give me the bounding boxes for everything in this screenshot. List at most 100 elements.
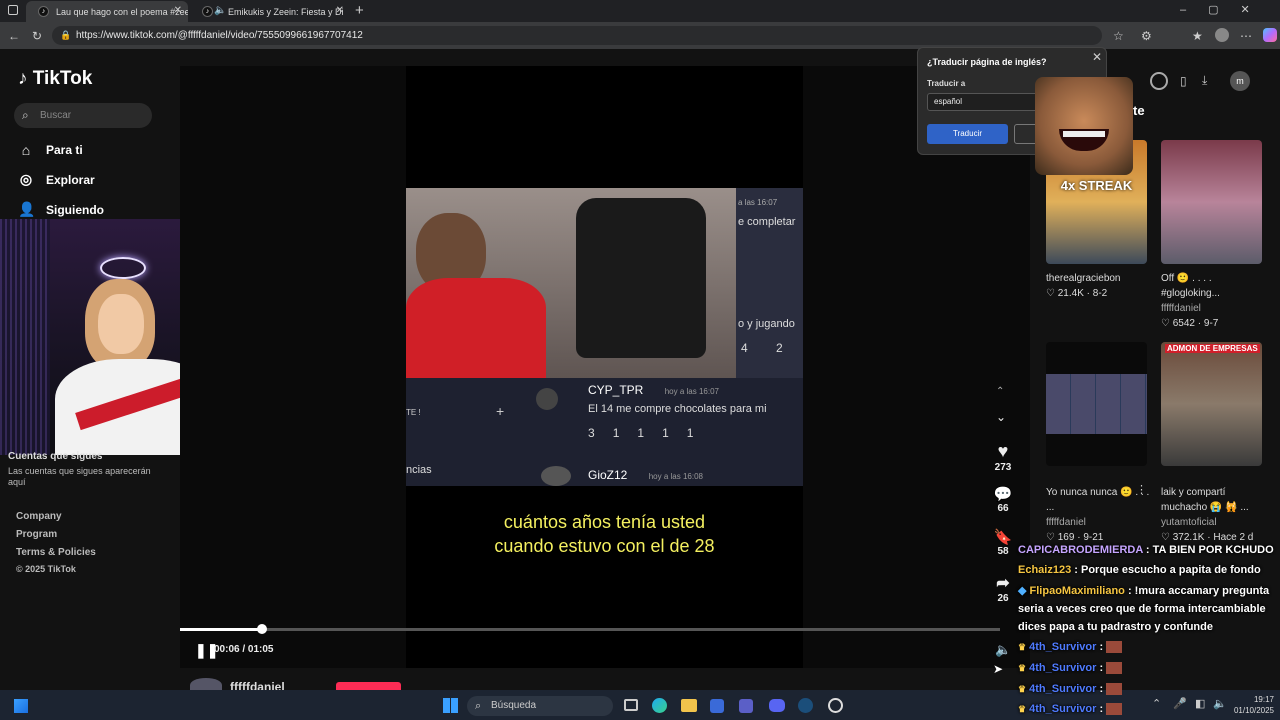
teams-icon[interactable]	[739, 699, 753, 713]
file-explorer-icon[interactable]	[681, 699, 697, 712]
video-author[interactable]: fffffdaniel	[1046, 515, 1156, 530]
favorite-icon[interactable]: ☆	[1113, 29, 1124, 43]
profile-avatar[interactable]	[1215, 28, 1229, 42]
network-icon[interactable]: ◧	[1195, 697, 1205, 710]
system-tray-icon[interactable]: ⌃	[1152, 697, 1161, 710]
chat-username: Echaiz123	[1018, 564, 1072, 576]
comment-button[interactable]: 💬 66	[988, 485, 1018, 514]
video-thumbnail[interactable]	[1046, 342, 1147, 466]
language-select[interactable]: español	[927, 93, 1047, 111]
video-author[interactable]: fffffdaniel	[1161, 301, 1271, 316]
badge-count: 1	[612, 426, 620, 440]
microphone-icon[interactable]: 🎤	[1173, 697, 1187, 710]
copilot-icon[interactable]	[1263, 28, 1277, 42]
avatar	[541, 466, 571, 486]
video-title[interactable]: laik y compartí muchacho 😭 🙀 ...	[1161, 485, 1271, 515]
following-icon: 👤	[18, 201, 36, 217]
footer-link-terms[interactable]: Terms & Policies	[16, 547, 96, 558]
chat-username: GioZ12	[588, 468, 628, 482]
widgets-icon[interactable]	[14, 699, 28, 713]
start-icon[interactable]	[443, 698, 458, 713]
badge-count: 1	[686, 426, 694, 440]
mouse-cursor: ➤	[993, 662, 1004, 676]
taskbar-search[interactable]: ⌕ Búsqueda	[467, 696, 613, 716]
reaction-face-overlay	[1035, 77, 1133, 175]
side-chat-time: a las 16:07	[738, 198, 778, 207]
stream-chat-line: ♛ 4th_Survivor :	[1018, 659, 1123, 677]
extensions-icon[interactable]: ⚙	[1141, 29, 1152, 43]
clock[interactable]: 19:17 01/10/2025	[1222, 694, 1274, 716]
volume-icon[interactable]: 🔈	[995, 642, 1011, 658]
footer-link-company[interactable]: Company	[16, 511, 62, 522]
compass-icon[interactable]	[1150, 72, 1168, 90]
tab-1[interactable]: ♪ Lau que hago con el poema #zee ✕	[26, 1, 188, 22]
share-button[interactable]: ➦ 26	[988, 573, 1018, 604]
task-view-icon[interactable]	[624, 699, 638, 711]
chat-username: 4th_Survivor	[1029, 683, 1097, 695]
speaker-icon: 🔈	[214, 5, 227, 16]
chat-username: FlipaoMaximiliano	[1029, 585, 1125, 597]
nav-item-siguiendo[interactable]: 👤 Siguiendo	[18, 201, 104, 218]
badge-count: 1	[637, 426, 645, 440]
video-title[interactable]: Off 🙂 . . . . #glogloking...	[1161, 271, 1271, 301]
side-chat-text: o y jugando	[738, 318, 795, 330]
chat-fragment: ncias	[406, 464, 432, 476]
heart-icon: ♥	[997, 441, 1009, 461]
video-author[interactable]: yutamtoficial	[1161, 515, 1271, 530]
save-count: 58	[997, 546, 1009, 557]
nav-item-para-ti[interactable]: ⌂ Para ti	[18, 142, 83, 158]
close-icon[interactable]: ✕	[174, 5, 182, 16]
stream-chat-line: ♛ 4th_Survivor :	[1018, 700, 1123, 718]
search-input[interactable]: ⌕ Buscar	[14, 103, 152, 128]
save-button[interactable]: 🔖 58	[988, 528, 1018, 557]
new-tab-button[interactable]: +	[355, 2, 364, 19]
window-controls[interactable]: –▢✕	[1180, 3, 1272, 16]
edge-icon[interactable]	[652, 698, 667, 713]
side-chat-badge: 4	[741, 341, 748, 355]
nav-label: Explorar	[46, 172, 95, 187]
device-icon[interactable]: ▯	[1180, 74, 1187, 88]
store-icon[interactable]	[710, 699, 724, 713]
video-title[interactable]: Yo nunca nunca 🙂 . . . ...	[1046, 485, 1156, 515]
caption-line: cuántos años tenía usted	[503, 512, 706, 532]
chat-badges: 3 1 1 1 1	[588, 426, 693, 440]
badge-icon: ♛	[1018, 704, 1027, 714]
stream-chat-line: ♛ 4th_Survivor :	[1018, 638, 1123, 656]
browser-tab-bar: ♪ Lau que hago con el poema #zee ✕ ♪ 🔈 E…	[0, 0, 1280, 22]
next-video-icon[interactable]: ⌄	[996, 410, 1006, 424]
video-title[interactable]: therealgraciebon	[1046, 271, 1156, 286]
follow-button[interactable]	[336, 682, 401, 690]
favorites-bar-icon[interactable]: ★	[1192, 29, 1203, 43]
back-icon[interactable]: ←	[8, 29, 20, 43]
address-bar[interactable]: 🔒 https://www.tiktok.com/@fffffdaniel/vi…	[52, 26, 1102, 45]
chat-message: El 14 me compre chocolates para mi	[588, 403, 767, 415]
video-thumbnail[interactable]: ADMON DE EMPRESAS	[1161, 342, 1262, 466]
progress-handle[interactable]	[257, 624, 267, 634]
menu-icon[interactable]: ⋯	[1240, 29, 1252, 43]
close-icon[interactable]: ✕	[336, 5, 344, 16]
tiktok-logo[interactable]: ♪ TikTok	[18, 68, 92, 90]
tab-2[interactable]: ♪ 🔈 Emikukis y Zeein: Fiesta y Di ✕	[190, 1, 350, 22]
clock-date: 01/10/2025	[1233, 706, 1274, 715]
steam-icon[interactable]	[798, 698, 813, 713]
heart-icon: ♡	[1161, 318, 1170, 329]
obs-icon[interactable]	[828, 698, 843, 713]
plus-icon: +	[496, 403, 505, 419]
like-button[interactable]: ♥ 273	[988, 441, 1018, 473]
video-thumbnail[interactable]	[1161, 140, 1262, 264]
translate-button[interactable]: Traducir	[927, 124, 1008, 144]
close-icon[interactable]: ✕	[1092, 50, 1102, 64]
nav-item-explorar[interactable]: ◎ Explorar	[18, 171, 95, 188]
tab-actions-icon[interactable]	[8, 5, 18, 15]
badge-count: 1	[662, 426, 669, 440]
translate-button-label: Traducir	[952, 129, 983, 138]
footer-link-program[interactable]: Program	[16, 529, 57, 540]
refresh-icon[interactable]: ↻	[32, 29, 42, 43]
previous-video-icon[interactable]: ⌃	[996, 386, 1004, 397]
share-icon: ➦	[996, 575, 1010, 592]
badge-icon: ◆	[1018, 585, 1027, 597]
download-icon[interactable]: ⤓	[1202, 73, 1207, 88]
avatar[interactable]: m	[1230, 71, 1250, 91]
progress-track[interactable]	[180, 628, 1000, 631]
discord-icon[interactable]	[769, 699, 785, 712]
